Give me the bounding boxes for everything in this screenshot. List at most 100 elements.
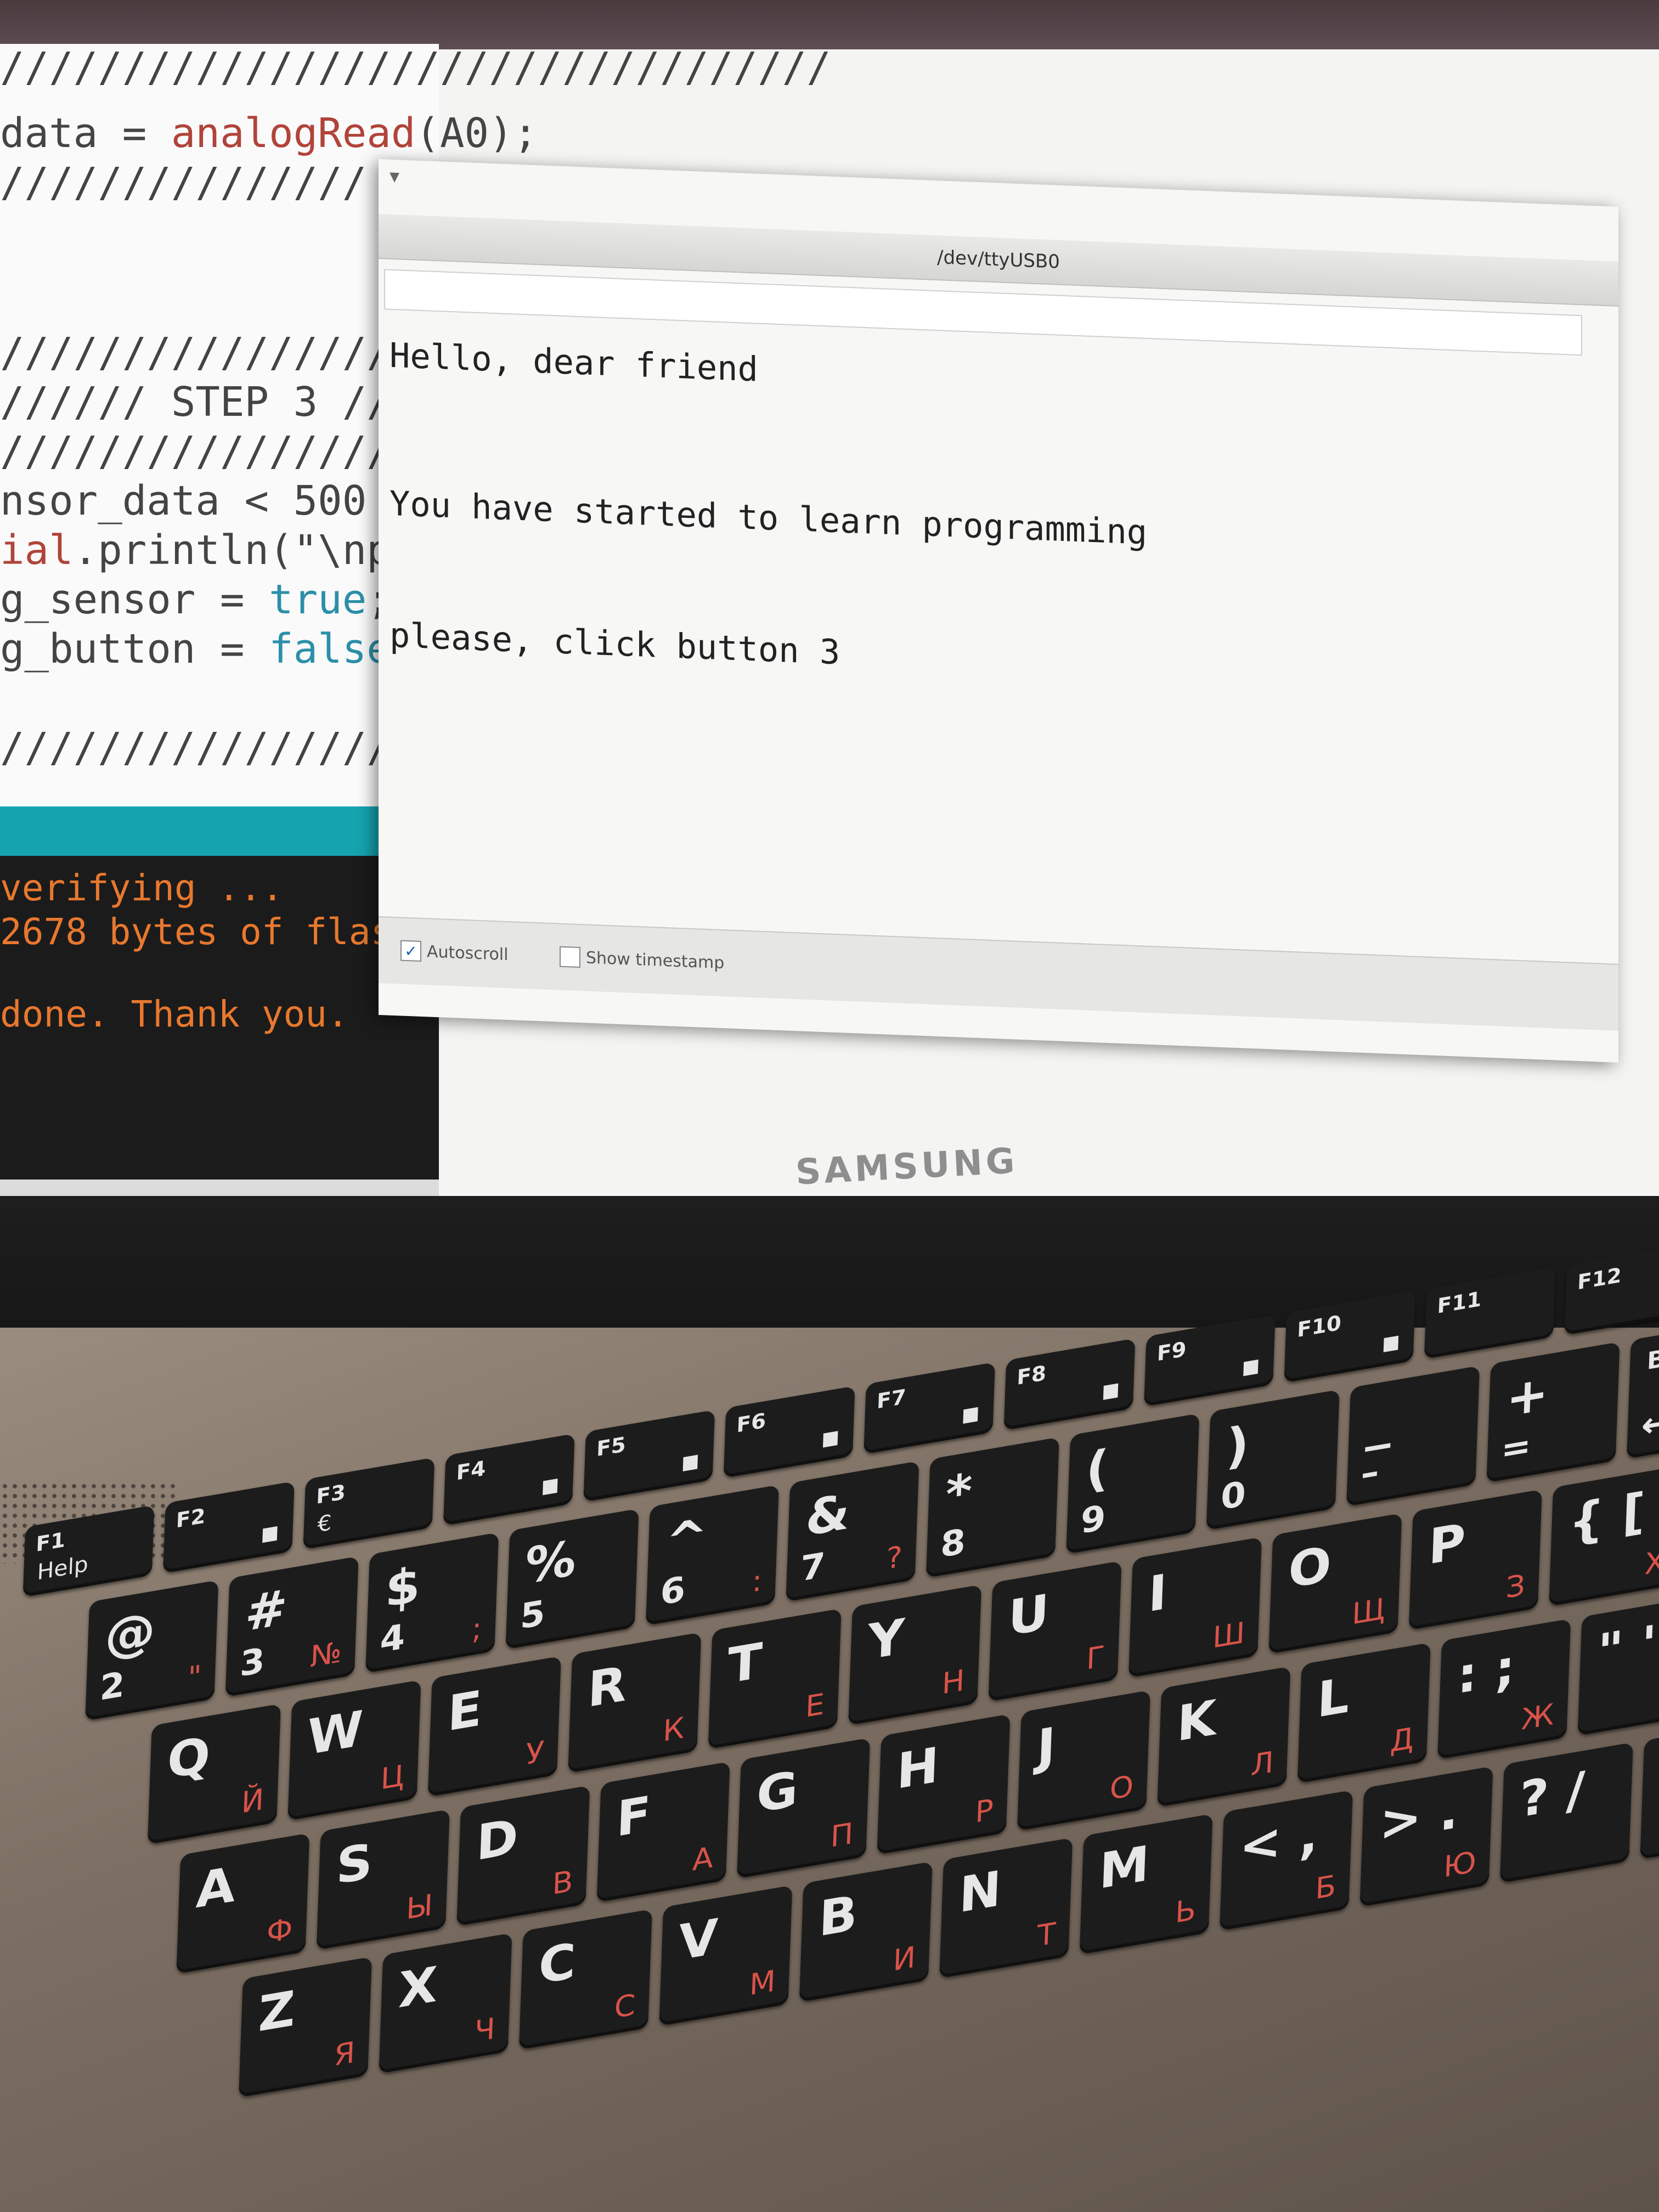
key-symbol[interactable]: > .Ю [1359,1766,1493,1907]
key-symbol[interactable]: % 5 [505,1508,639,1650]
code-text: (A0); [415,110,538,157]
key-symbol[interactable]: ? / [1499,1742,1633,1883]
key-h[interactable]: HР [877,1714,1011,1855]
key-symbol[interactable]: _ – [1346,1365,1480,1506]
key-f6[interactable]: F6 ◼ [723,1386,855,1479]
key-sublabel: Help [36,1551,89,1585]
key-v[interactable]: VМ [659,1885,793,2026]
key-label: * [944,1462,973,1524]
key-sublabel: = [1500,1425,1532,1471]
key-f9[interactable]: F9 ◼ [1144,1314,1276,1407]
autoscroll-checkbox[interactable]: ✓ [400,940,421,962]
key-k[interactable]: KЛ [1157,1666,1291,1807]
key-a[interactable]: AФ [176,1833,310,1974]
mute-icon: ◼ [821,1424,840,1452]
key-f1[interactable]: F1 Help [22,1505,155,1598]
key-r[interactable]: RК [568,1632,702,1773]
key-label: D [475,1808,520,1872]
key-c[interactable]: CС [518,1909,652,2050]
key-label: : ; [1456,1638,1516,1706]
key-f12[interactable]: F12◼ [1564,1243,1659,1335]
key-symbol[interactable]: $4; [365,1532,499,1673]
key-symbol[interactable]: @2 " [85,1579,219,1721]
key-t[interactable]: TЕ [708,1608,842,1750]
timestamp-checkbox[interactable] [560,946,580,968]
key-x[interactable]: XЧ [379,1933,512,2074]
key-label: % [524,1530,577,1595]
key-f4[interactable]: F4 ◼ [443,1434,575,1526]
key-i[interactable]: IШ [1128,1537,1262,1678]
key-o[interactable]: OЩ [1268,1513,1402,1654]
key-label: M [1098,1835,1150,1900]
key-symbol[interactable]: ) 0 [1206,1389,1340,1531]
key-w[interactable]: WЦ [287,1679,421,1821]
key-f7[interactable]: F7 ◼ [864,1362,995,1454]
key-f5[interactable]: F5 ◼ [583,1409,715,1502]
code-line: //////////////// [0,329,391,376]
key-label: F8 [1016,1361,1047,1390]
key-label: A [195,1856,236,1920]
key-b[interactable]: BИ [799,1861,933,2002]
key-f3[interactable]: F3 € [303,1457,435,1550]
key-label: Z [257,1980,296,2044]
key-cyrillic-label: Ю [1443,1844,1477,1884]
key-label: S [335,1832,374,1896]
key-label: I [1147,1564,1169,1624]
key-backspace[interactable]: Backspace ← [1627,1304,1659,1459]
key-f2[interactable]: F2 ◼ [163,1481,295,1573]
key-sublabel: 3 [239,1640,266,1685]
key-symbol[interactable]: (9 [1066,1413,1200,1554]
key-cyrillic-label: № [309,1634,343,1674]
autoscroll-option[interactable]: ✓ Autoscroll [400,940,508,966]
key-sublabel: 4 [379,1617,406,1661]
key-symbol[interactable]: " 'Э [1577,1595,1659,1736]
window-menu-icon[interactable]: ▾ [390,165,399,188]
key-f[interactable]: FА [596,1761,730,1903]
key-cyrillic-label: П [830,1816,854,1854]
key-symbol[interactable]: * 8 [926,1437,1059,1578]
key-cyrillic-label: З [1505,1567,1526,1605]
code-line: //////////////// [0,428,391,475]
key-cyrillic-label: У [525,1734,545,1772]
key-f11[interactable]: F11 [1424,1267,1556,1359]
code-keyword: true [269,576,367,623]
key-symbol[interactable]: { [Х [1549,1465,1659,1606]
key-n[interactable]: NТ [939,1837,1073,1979]
key-e[interactable]: EУ [427,1656,561,1797]
key-j[interactable]: JО [1017,1690,1150,1831]
key-m[interactable]: MЬ [1079,1814,1213,1955]
key-sublabel: 2 [99,1664,126,1709]
key-d[interactable]: DВ [456,1785,590,1926]
key-y[interactable]: YН [848,1584,982,1725]
key-p[interactable]: PЗ [1408,1489,1542,1630]
timestamp-label: Show timestamp [586,948,725,973]
key-label: G [755,1760,799,1825]
key-symbol[interactable]: : ; Ж [1437,1618,1571,1760]
key-cyrillic-label: Ь [1174,1892,1197,1930]
key-label: $ [384,1556,421,1619]
key-symbol[interactable]: ^ 6: [646,1485,779,1626]
key-label: F1 [35,1527,66,1556]
key-alt[interactable]: Alt [1640,1718,1659,1859]
key-symbol[interactable]: < ,Б [1220,1790,1353,1931]
key-symbol[interactable]: & 7? [786,1460,919,1602]
timestamp-option[interactable]: Show timestamp [560,946,724,974]
laptop-screen: ////////////////////////////////// data … [0,0,1659,1229]
key-f10[interactable]: F10 ◼ [1284,1290,1416,1383]
key-sublabel: 9 [1080,1498,1107,1542]
code-editor[interactable]: ////////////////////////////////// data … [0,44,831,812]
key-s[interactable]: SЫ [316,1809,450,1950]
code-line: nsor_data < 500 & [0,477,416,524]
key-z[interactable]: ZЯ [239,1956,372,2098]
key-f8[interactable]: F8 ◼ [1003,1338,1136,1431]
key-symbol[interactable]: + = [1486,1341,1620,1483]
key-l[interactable]: LД [1297,1642,1431,1784]
key-u[interactable]: UГ [988,1560,1122,1702]
key-q[interactable]: QЙ [148,1703,281,1844]
key-g[interactable]: GП [737,1737,870,1879]
key-cyrillic-label: Щ [1351,1592,1386,1632]
key-symbol[interactable]: #3 № [225,1556,359,1697]
key-label: L [1316,1667,1351,1729]
key-label: F12 [1577,1263,1622,1295]
key-label: F11 [1436,1286,1482,1318]
